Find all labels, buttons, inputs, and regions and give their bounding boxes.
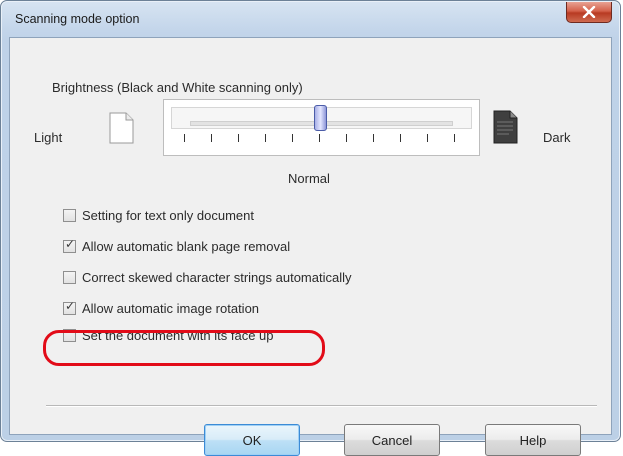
dialog-window: Scanning mode option Brightness (Black a… [0,0,621,456]
option-image-rotation[interactable]: ✓ Allow automatic image rotation [63,299,259,317]
help-button[interactable]: Help [485,424,581,456]
slider-tick [346,134,347,142]
option-label: Allow automatic image rotation [82,300,260,316]
cancel-button[interactable]: Cancel [344,424,440,456]
slider-tick [319,134,320,142]
option-correct-skew[interactable]: Correct skewed character strings automat… [63,268,352,286]
dark-label: Dark [543,130,571,145]
brightness-group-label: Brightness (Black and White scanning onl… [52,80,303,95]
slider-tick [265,134,266,142]
dialog-body: Brightness (Black and White scanning onl… [9,37,612,456]
brightness-slider[interactable] [163,99,480,156]
slider-tick [292,134,293,142]
checkbox[interactable]: ✓ [63,298,76,315]
option-label: Correct skewed character strings automat… [82,269,352,285]
light-label: Light [34,130,63,145]
slider-tick [373,134,374,142]
slider-tick [454,134,455,142]
checkbox[interactable]: ✓ [63,236,76,253]
title-bar: Scanning mode option [1,1,620,37]
separator [46,405,597,407]
dark-page-icon [493,110,518,144]
slider-tick [184,134,185,142]
checkbox[interactable] [63,270,76,284]
option-text-only[interactable]: Setting for text only document [63,206,254,224]
close-icon [582,6,596,18]
close-button[interactable] [566,2,612,23]
checkbox[interactable] [63,208,76,222]
highlight-annotation [43,330,325,366]
slider-tick [238,134,239,142]
check-mark-icon: ✓ [65,298,76,313]
slider-tick [427,134,428,142]
normal-label: Normal [288,171,330,186]
blank-page-icon [109,112,134,144]
slider-tick [211,134,212,142]
option-blank-page-removal[interactable]: ✓ Allow automatic blank page removal [63,237,290,255]
slider-tick [400,134,401,142]
check-mark-icon: ✓ [65,236,76,251]
option-label: Setting for text only document [82,207,254,223]
slider-thumb[interactable] [314,105,327,131]
option-label: Allow automatic blank page removal [82,238,291,254]
ok-button[interactable]: OK [204,424,300,456]
dialog-title: Scanning mode option [15,12,140,26]
